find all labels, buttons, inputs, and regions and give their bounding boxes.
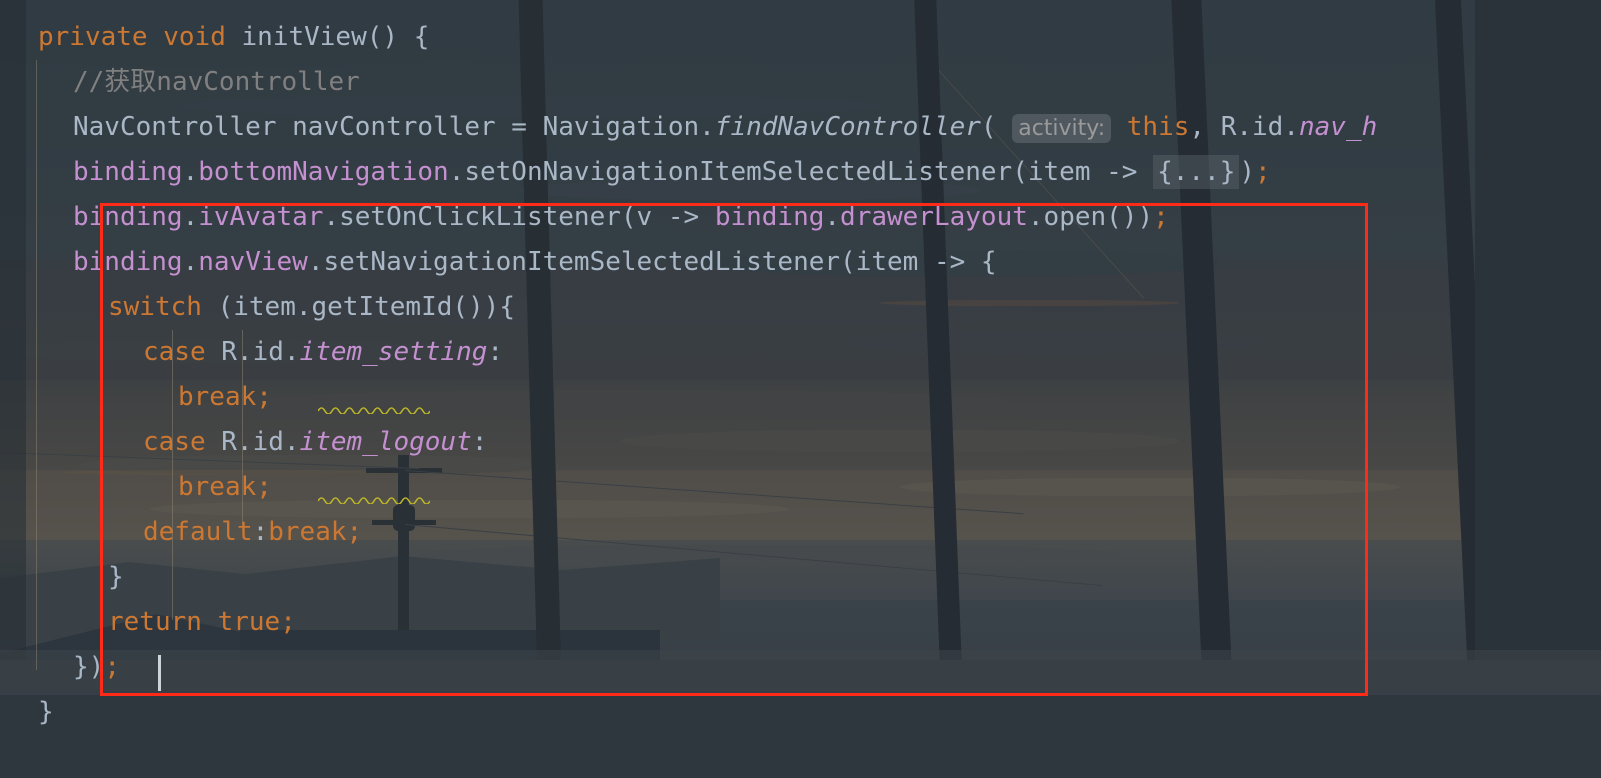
code-token: .open()) [1027, 202, 1154, 232]
code-token: . [824, 202, 841, 232]
code-line[interactable]: } [0, 690, 1601, 735]
code-token: ; [256, 382, 272, 412]
code-token: binding [73, 202, 183, 232]
code-token: binding [714, 202, 825, 232]
code-token: bottomNavigation [198, 157, 449, 187]
code-line[interactable]: private void initView() { [0, 15, 1601, 60]
code-line[interactable]: case R.id.item_logout: [0, 420, 1601, 465]
code-token: void [163, 22, 226, 52]
code-token: ; [1255, 157, 1271, 187]
code-token: . [182, 157, 199, 187]
code-line[interactable]: //获取navController [0, 60, 1601, 105]
code-token: binding [73, 157, 183, 187]
code-token: .setNavigationItemSelectedListener(item … [307, 247, 997, 277]
code-token: .setOnClickListener(v -> [323, 202, 715, 232]
ide-editor-window: private void initView() {//获取navControll… [0, 0, 1601, 778]
code-token: () { [366, 22, 430, 52]
code-token: ; [346, 517, 363, 547]
code-token: findNavController [714, 112, 981, 142]
code-token: . [182, 202, 199, 232]
code-token: : [487, 337, 504, 367]
code-line[interactable]: binding.bottomNavigation.setOnNavigation… [0, 150, 1601, 195]
code-token: ( [980, 112, 1013, 142]
warning-squiggle [318, 497, 430, 504]
code-token: drawerLayout [840, 202, 1028, 232]
code-token: binding [73, 247, 183, 277]
code-line[interactable]: NavController navController = Navigation… [0, 105, 1601, 150]
code-token: initView [241, 22, 367, 52]
code-token: } [38, 697, 54, 727]
code-line[interactable]: case R.id.item_setting: [0, 330, 1601, 375]
code-token: default [143, 517, 253, 547]
code-token: case [143, 427, 206, 457]
code-token: , R.id. [1189, 112, 1299, 142]
code-token: break [268, 517, 347, 547]
code-token: ; [256, 472, 272, 502]
code-area[interactable]: private void initView() {//获取navControll… [0, 0, 1601, 778]
text-caret [158, 655, 161, 691]
code-token: } [108, 562, 124, 592]
code-token: ; [1153, 202, 1169, 232]
code-token: R.id. [205, 427, 300, 457]
code-token: ) [1239, 157, 1256, 187]
code-token: break [178, 382, 257, 412]
code-token: R.id. [205, 337, 300, 367]
code-token: true [217, 607, 281, 637]
folded-code-block[interactable]: {...} [1153, 155, 1240, 189]
code-token: (item.getItemId()){ [201, 292, 515, 322]
code-token: ; [104, 652, 120, 682]
code-line[interactable]: } [0, 555, 1601, 600]
warning-squiggle [318, 407, 430, 414]
code-token: private [38, 22, 148, 52]
code-line[interactable]: binding.ivAvatar.setOnClickListener(v ->… [0, 195, 1601, 240]
code-token: break [178, 472, 257, 502]
code-line[interactable]: }); [0, 645, 1601, 690]
code-token: nav_h [1298, 112, 1378, 142]
code-token: this [1126, 112, 1190, 142]
code-line[interactable]: break; [0, 465, 1601, 510]
code-token: case [143, 337, 206, 367]
code-token: switch [108, 292, 202, 322]
code-token: return [108, 607, 202, 637]
code-token: : [471, 427, 488, 457]
code-token: //获取navController [73, 67, 360, 97]
code-line[interactable]: switch (item.getItemId()){ [0, 285, 1601, 330]
code-token: NavController navController = Navigation… [73, 112, 715, 142]
code-token: : [252, 517, 269, 547]
code-token: }) [73, 652, 105, 682]
code-line[interactable]: default:break; [0, 510, 1601, 555]
code-token: .setOnNavigationItemSelectedListener(ite… [448, 157, 1154, 187]
parameter-hint: activity: [1012, 114, 1112, 143]
code-token: . [182, 247, 199, 277]
code-line[interactable]: binding.navView.setNavigationItemSelecte… [0, 240, 1601, 285]
code-token: ivAvatar [198, 202, 324, 232]
code-token: item_logout [299, 427, 472, 457]
code-token: item_setting [299, 337, 488, 367]
code-line[interactable]: break; [0, 375, 1601, 420]
code-line[interactable]: return true; [0, 600, 1601, 645]
code-token: navView [198, 247, 308, 277]
code-token: ; [280, 607, 296, 637]
